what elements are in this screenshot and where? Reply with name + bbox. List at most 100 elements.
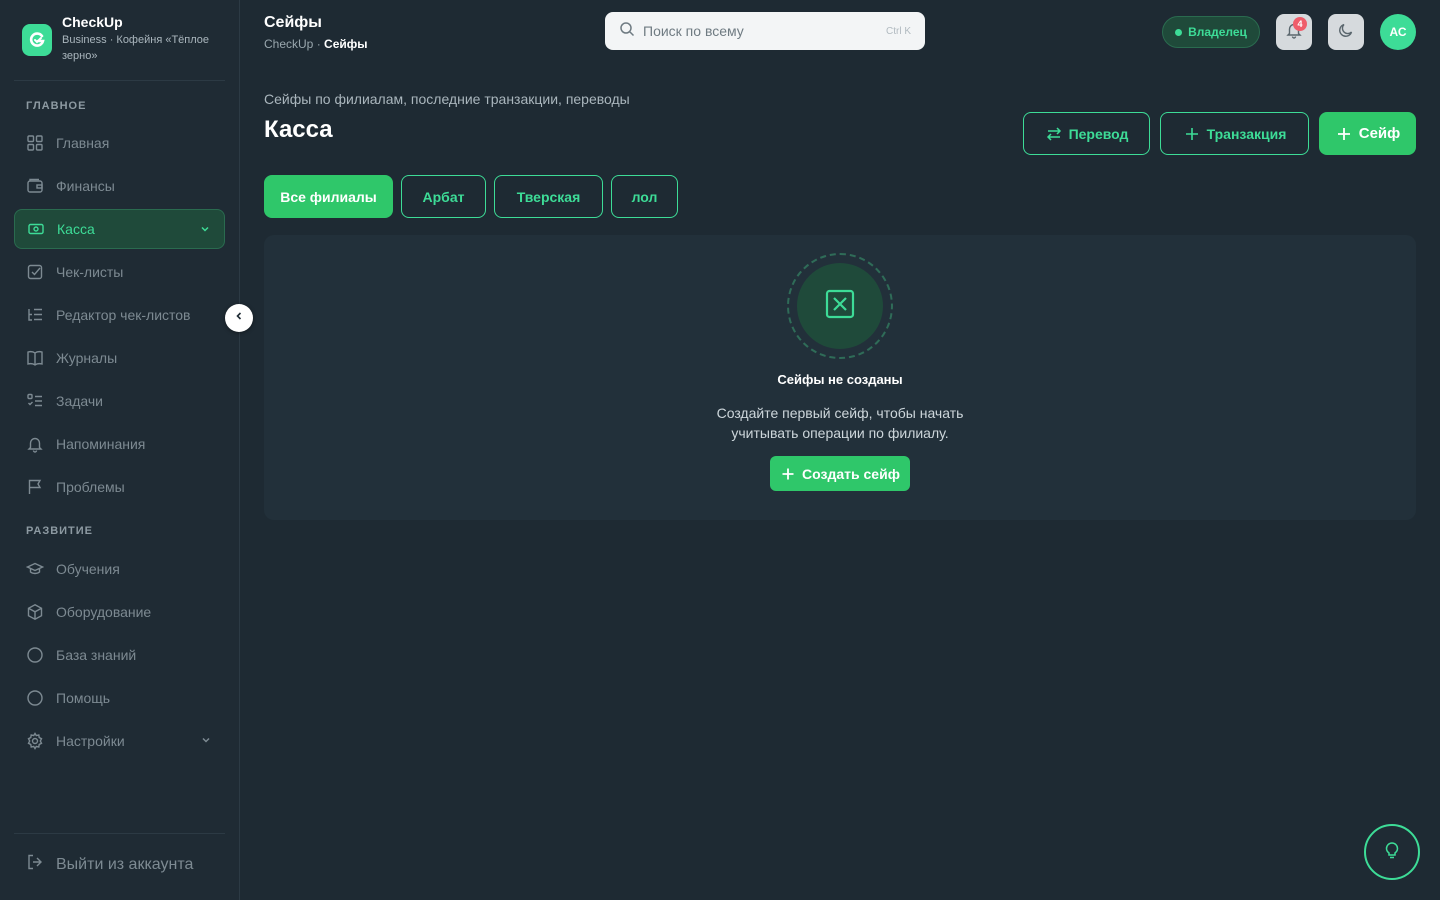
collapse-sidebar-button[interactable] — [225, 304, 253, 332]
add-safe-button[interactable]: Сейф — [1319, 112, 1416, 155]
circle-icon — [26, 646, 44, 664]
plus-icon — [1183, 125, 1201, 143]
gear-icon — [26, 732, 44, 750]
breadcrumb-separator: · — [313, 37, 325, 51]
moon-icon — [1337, 21, 1355, 44]
empty-state-card: Сейфы не созданы Создайте первый сейф, ч… — [264, 235, 1416, 520]
sidebar-item-tasks[interactable]: Задачи — [14, 381, 225, 421]
search-shortcut: Ctrl K — [886, 25, 911, 37]
sidebar-item-label: Обучения — [56, 561, 120, 577]
chevron-left-icon — [233, 309, 245, 327]
filter-tverskaya[interactable]: Тверская — [494, 175, 603, 218]
divider — [14, 833, 225, 834]
sidebar-item-label: Финансы — [56, 178, 115, 194]
breadcrumb: CheckUp · Сейфы — [264, 37, 368, 51]
section-title-main: ГЛАВНОЕ — [26, 100, 87, 112]
sidebar-item-label: Журналы — [56, 350, 118, 366]
checkup-logo-icon — [22, 24, 52, 56]
empty-state-description: Создайте первый сейф, чтобы начать учиты… — [716, 405, 964, 441]
notification-count-badge: 4 — [1293, 17, 1307, 31]
checkbox-icon — [26, 263, 44, 281]
flag-icon — [26, 478, 44, 496]
sidebar-item-label: Главная — [56, 135, 110, 151]
sidebar-item-cash[interactable]: Касса — [14, 209, 225, 249]
sidebar-item-finance[interactable]: Финансы — [14, 166, 225, 206]
logout-label: Выйти из аккаунта — [56, 855, 194, 873]
empty-state-title: Сейфы не созданы — [777, 372, 903, 387]
transfer-label: Перевод — [1068, 125, 1129, 142]
plus-icon — [1335, 125, 1353, 143]
search-input[interactable]: Поиск по всему Ctrl K — [605, 12, 925, 50]
transaction-label: Транзакция — [1206, 125, 1287, 142]
sidebar-item-settings[interactable]: Настройки — [14, 721, 225, 761]
create-safe-label: Создать сейф — [802, 465, 900, 482]
status-dot — [1175, 28, 1183, 36]
sidebar-item-label: Задачи — [56, 393, 104, 409]
sidebar-item-help[interactable]: Помощь — [14, 678, 225, 718]
sidebar-item-label: Проблемы — [56, 479, 125, 495]
hints-button[interactable] — [1364, 824, 1420, 880]
breadcrumb-current: Сейфы — [324, 37, 368, 51]
brand[interactable]: CheckUp Business · Кофейня «Тёплое зерно… — [22, 14, 227, 64]
chevron-down-icon — [199, 733, 213, 750]
sidebar-item-journals[interactable]: Журналы — [14, 338, 225, 378]
notifications-button[interactable]: 4 — [1276, 14, 1312, 50]
graduation-cap-icon — [26, 560, 44, 578]
list-tree-icon — [26, 306, 44, 324]
page-subtitle: Сейфы по филиалам, последние транзакции,… — [264, 91, 630, 107]
tasks-icon — [26, 392, 44, 410]
safe-x-icon — [823, 287, 857, 326]
divider — [14, 80, 225, 81]
box-icon — [26, 603, 44, 621]
brand-name: CheckUp — [62, 14, 123, 30]
sidebar-item-checklists[interactable]: Чек-листы — [14, 252, 225, 292]
sidebar-item-training[interactable]: Обучения — [14, 549, 225, 589]
sidebar-item-label: Чек-листы — [56, 264, 124, 280]
sidebar-item-checklist-editor[interactable]: Редактор чек-листов — [14, 295, 225, 335]
transfer-button[interactable]: Перевод — [1023, 112, 1150, 155]
theme-toggle-button[interactable] — [1328, 14, 1364, 50]
lightbulb-icon — [1382, 840, 1402, 865]
search-placeholder: Поиск по всему — [643, 23, 744, 39]
section-title-development: РАЗВИТИЕ — [26, 525, 94, 537]
empty-state-icon-ring — [787, 253, 893, 359]
sidebar-item-label: Настройки — [56, 733, 125, 749]
plus-icon — [780, 466, 796, 482]
brand-subtitle: Business · Кофейня «Тёплое зерно» — [62, 34, 210, 62]
filter-all-branches[interactable]: Все филиалы — [264, 175, 393, 218]
avatar[interactable]: АС — [1380, 14, 1416, 50]
grid-icon — [26, 134, 44, 152]
chevron-down-icon — [198, 222, 212, 239]
breadcrumb-root[interactable]: CheckUp — [264, 37, 313, 51]
logout-button[interactable]: Выйти из аккаунта — [26, 853, 193, 876]
search-icon — [619, 21, 635, 42]
circle-icon — [26, 689, 44, 707]
cash-icon — [27, 220, 45, 238]
sidebar-item-label: Помощь — [56, 690, 111, 706]
sidebar-item-home[interactable]: Главная — [14, 123, 225, 163]
sidebar-item-label: База знаний — [56, 647, 137, 663]
sidebar-item-label: Касса — [57, 221, 95, 237]
page-title: Касса — [264, 116, 333, 143]
sidebar-item-problems[interactable]: Проблемы — [14, 467, 225, 507]
sidebar-item-equipment[interactable]: Оборудование — [14, 592, 225, 632]
transfer-icon — [1045, 125, 1063, 143]
safe-label: Сейф — [1358, 125, 1401, 142]
role-label: Владелец — [1188, 25, 1247, 39]
sidebar: CheckUp Business · Кофейня «Тёплое зерно… — [0, 0, 240, 900]
sidebar-item-label: Редактор чек-листов — [56, 307, 191, 323]
wallet-icon — [26, 177, 44, 195]
sidebar-item-label: Оборудование — [56, 604, 152, 620]
filter-lol[interactable]: лол — [611, 175, 678, 218]
header-title: Сейфы — [264, 14, 322, 31]
sidebar-item-label: Напоминания — [56, 436, 146, 452]
create-safe-button[interactable]: Создать сейф — [770, 456, 910, 491]
bell-icon — [26, 435, 44, 453]
logout-icon — [26, 853, 44, 876]
sidebar-item-knowledge-base[interactable]: База знаний — [14, 635, 225, 675]
add-transaction-button[interactable]: Транзакция — [1160, 112, 1309, 155]
role-badge: Владелец — [1162, 16, 1260, 48]
filter-arbat[interactable]: Арбат — [401, 175, 486, 218]
book-icon — [26, 349, 44, 367]
sidebar-item-reminders[interactable]: Напоминания — [14, 424, 225, 464]
